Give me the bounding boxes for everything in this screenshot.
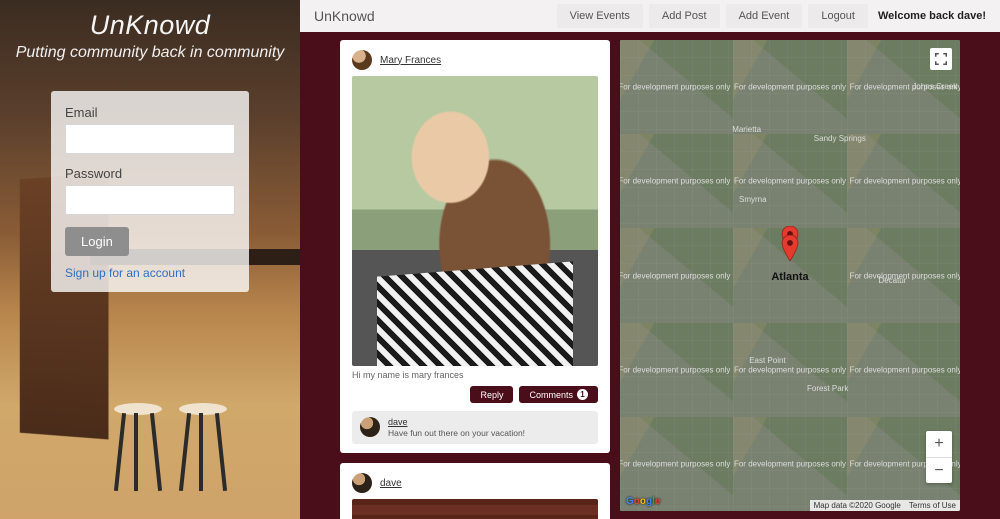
fullscreen-button[interactable] xyxy=(930,48,952,70)
comments-button[interactable]: Comments 1 xyxy=(519,386,598,403)
comments-label: Comments xyxy=(529,390,573,400)
post-card: Mary Frances Hi my name is mary frances … xyxy=(340,40,610,453)
avatar[interactable] xyxy=(352,50,372,70)
signup-link[interactable]: Sign up for an account xyxy=(65,266,235,280)
feed-column: Mary Frances Hi my name is mary frances … xyxy=(340,40,610,519)
tagline: Putting community back in community xyxy=(6,43,294,63)
email-field[interactable] xyxy=(65,124,235,154)
avatar[interactable] xyxy=(352,473,372,493)
comment-text: Have fun out there on your vacation! xyxy=(388,428,525,438)
post-header: Mary Frances xyxy=(352,50,598,70)
comment: dave Have fun out there on your vacation… xyxy=(352,411,598,444)
zoom-out-button[interactable]: − xyxy=(926,457,952,483)
decor-stool xyxy=(110,403,166,493)
post-image[interactable] xyxy=(352,499,598,519)
zoom-control: + − xyxy=(926,431,952,483)
map[interactable]: For development purposes only For develo… xyxy=(620,40,960,511)
reply-button[interactable]: Reply xyxy=(470,386,513,403)
login-panel: UnKnowd Putting community back in commun… xyxy=(0,0,300,519)
email-label: Email xyxy=(65,105,235,120)
topbar: UnKnowd View Events Add Post Add Event L… xyxy=(300,0,1000,32)
post-author-link[interactable]: dave xyxy=(380,478,402,489)
post-card: dave xyxy=(340,463,610,519)
view-events-button[interactable]: View Events xyxy=(557,4,643,28)
google-logo: Google xyxy=(626,496,660,507)
decor-stool xyxy=(175,403,231,493)
map-pin-icon[interactable] xyxy=(781,235,799,261)
post-image[interactable] xyxy=(352,76,598,366)
login-button[interactable]: Login xyxy=(65,227,129,256)
login-card: Email Password Login Sign up for an acco… xyxy=(51,91,249,292)
post-actions: Reply Comments 1 xyxy=(352,386,598,403)
comment-author-link[interactable]: dave xyxy=(388,417,525,427)
fullscreen-icon xyxy=(935,53,947,65)
zoom-in-button[interactable]: + xyxy=(926,431,952,457)
brand: UnKnowd xyxy=(314,8,375,24)
welcome-text: Welcome back dave! xyxy=(878,10,986,22)
reply-label: Reply xyxy=(480,390,503,400)
post-author-link[interactable]: Mary Frances xyxy=(380,55,441,66)
map-data-attrib: Map data ©2020 Google xyxy=(810,500,905,511)
post-header: dave xyxy=(352,473,598,493)
comments-count-badge: 1 xyxy=(577,389,588,400)
add-post-button[interactable]: Add Post xyxy=(649,4,720,28)
password-field[interactable] xyxy=(65,185,235,215)
map-attribution: Map data ©2020 Google Terms of Use xyxy=(810,500,960,511)
app-title: UnKnowd xyxy=(6,10,294,41)
content-area: Mary Frances Hi my name is mary frances … xyxy=(300,32,1000,519)
add-event-button[interactable]: Add Event xyxy=(726,4,803,28)
city-label: Atlanta xyxy=(771,271,808,283)
avatar[interactable] xyxy=(360,417,380,437)
app-panel: UnKnowd View Events Add Post Add Event L… xyxy=(300,0,1000,519)
password-label: Password xyxy=(65,166,235,181)
map-terms-link[interactable]: Terms of Use xyxy=(905,500,960,511)
hero: UnKnowd Putting community back in commun… xyxy=(0,0,300,67)
post-caption: Hi my name is mary frances xyxy=(352,370,598,380)
logout-button[interactable]: Logout xyxy=(808,4,868,28)
